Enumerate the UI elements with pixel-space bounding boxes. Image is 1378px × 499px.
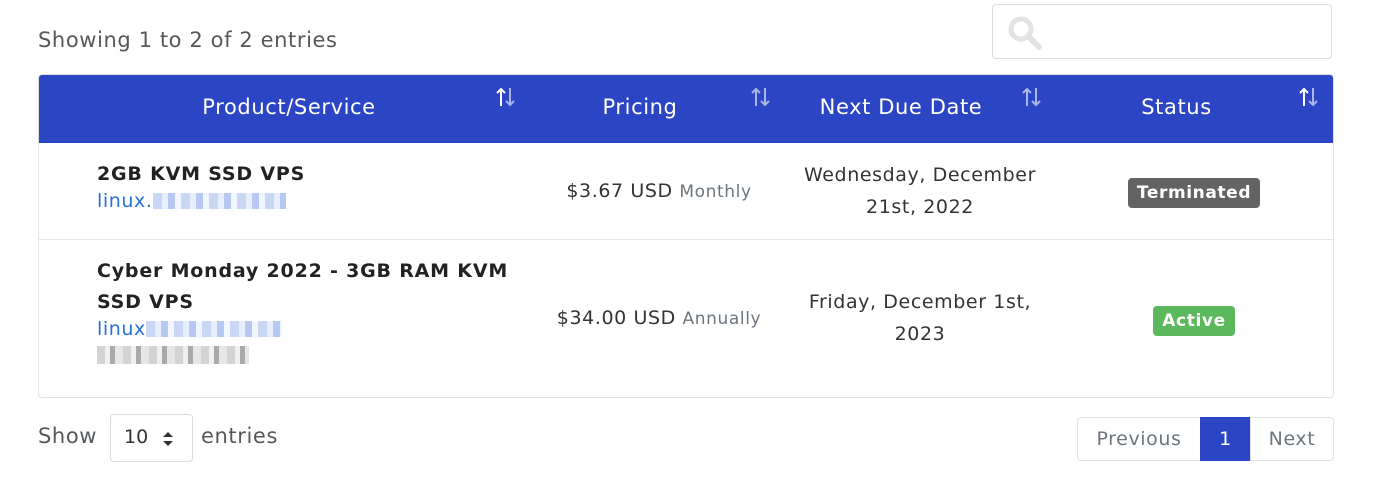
status-badge: Terminated [1127,178,1261,208]
due-date-cell: Friday, December 1st, 2023 [808,291,1032,345]
redacted-domain [145,321,282,337]
redacted-domain [152,193,286,209]
select-caret-icon [163,432,173,446]
status-badge: Active [1153,306,1235,336]
redacted-ip [97,346,249,364]
sort-icon[interactable] [494,86,518,108]
entries-label: entries [201,424,278,448]
sort-icon[interactable] [1297,86,1321,108]
sort-icon[interactable] [749,86,773,108]
search-input[interactable] [1053,13,1325,53]
due-date-cell: Wednesday, December 21st, 2022 [803,164,1036,218]
table-info: Showing 1 to 2 of 2 entries [38,28,338,52]
page-size-select[interactable]: 10 [110,414,193,462]
table-header: Product/Service Pricing Next Due Date St… [39,75,1333,143]
show-label: Show [38,424,98,448]
service-domain-link[interactable]: linux [97,318,508,340]
search-box[interactable] [992,4,1332,59]
product-name: 2GB KVM SSD VPS [97,163,306,185]
page-size-value: 10 [124,426,149,448]
pricing-cell: $3.67 USD Monthly [566,180,752,202]
column-header-product[interactable]: Product/Service [39,75,539,143]
table-row[interactable]: 2GB KVM SSD VPS linux. $3.67 USD Monthly… [39,143,1333,238]
column-header-pricing[interactable]: Pricing [539,75,741,143]
search-icon [1008,16,1042,50]
pricing-cell: $34.00 USD Annually [556,307,762,329]
previous-button[interactable]: Previous [1077,417,1201,461]
column-header-status[interactable]: Status [1069,75,1284,143]
sort-icon[interactable] [1020,86,1044,108]
table-row[interactable]: Cyber Monday 2022 - 3GB RAM KVM SSD VPS … [39,239,1333,397]
service-domain-link[interactable]: linux. [97,190,305,212]
product-cell: 2GB KVM SSD VPS linux. [97,159,305,212]
product-cell: Cyber Monday 2022 - 3GB RAM KVM SSD VPS … [97,256,508,366]
status-cell: Terminated [1069,176,1319,208]
product-name: Cyber Monday 2022 - 3GB RAM KVM SSD VPS [97,260,509,313]
status-cell: Active [1069,304,1319,336]
services-table: Product/Service Pricing Next Due Date St… [38,74,1334,398]
page-1-button[interactable]: 1 [1200,417,1251,461]
next-button[interactable]: Next [1250,417,1334,461]
column-header-next-due-date[interactable]: Next Due Date [791,75,1011,143]
